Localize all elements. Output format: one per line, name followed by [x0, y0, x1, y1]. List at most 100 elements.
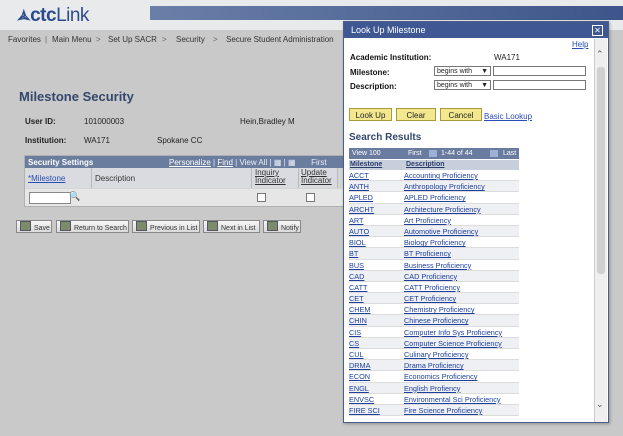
ctclink-logo: 🟃ctcLink — [17, 5, 89, 26]
result-milestone-link[interactable]: CHIN — [349, 316, 367, 325]
result-milestone-link[interactable]: BIOL — [349, 238, 366, 247]
milestone-search-input[interactable] — [493, 66, 586, 76]
result-description-link[interactable]: CET Proficiency — [404, 294, 456, 303]
description-search-input[interactable] — [493, 80, 586, 90]
list-item: CUL Culinary Proficiency — [349, 349, 519, 361]
find-link[interactable]: Find — [217, 158, 233, 167]
result-milestone-link[interactable]: CATT — [349, 283, 368, 292]
result-milestone-link[interactable]: CIS — [349, 328, 361, 337]
nav-main-menu[interactable]: Main Menu — [52, 35, 92, 44]
logo-swirl-icon: 🟃 — [17, 6, 31, 25]
save-button[interactable]: Save — [16, 220, 52, 233]
col-inquiry: Inquiry Indicator — [252, 168, 299, 188]
list-item: ART Art Proficiency — [349, 215, 519, 226]
results-col-milestone[interactable]: Milestone — [350, 161, 382, 168]
result-milestone-link[interactable]: ACCT — [349, 171, 369, 180]
result-milestone-link[interactable]: APLED — [349, 193, 373, 202]
result-description-link[interactable]: Business Proficiency — [404, 261, 471, 270]
description-operator-select[interactable]: begins with ▼ — [434, 80, 491, 90]
result-description-link[interactable]: Culinary Proficiency — [404, 350, 468, 359]
result-milestone-link[interactable]: ENGL — [349, 384, 369, 393]
result-milestone-link[interactable]: DRMA — [349, 361, 371, 370]
results-col-description[interactable]: Description — [406, 161, 445, 168]
result-description-link[interactable]: Economics Proficiency — [404, 372, 477, 381]
lookup-icon[interactable]: 🔍 — [69, 191, 80, 202]
list-item: CET CET Proficiency — [349, 293, 519, 305]
grid-icon[interactable]: ▦ — [288, 158, 296, 167]
nav-favorites[interactable]: Favorites — [8, 35, 41, 44]
result-description-link[interactable]: Computer Science Proficiency — [404, 339, 502, 348]
help-link[interactable]: Help — [572, 40, 588, 49]
results-last[interactable]: Last — [503, 150, 516, 157]
result-description-link[interactable]: Architecture Proficiency — [404, 205, 481, 214]
basic-lookup-link[interactable]: Basic Lookup — [484, 112, 532, 121]
result-description-link[interactable]: Anthropology Proficiency — [404, 182, 485, 191]
cancel-button[interactable]: Cancel — [440, 108, 482, 121]
result-description-link[interactable]: CAD Proficiency — [404, 272, 457, 281]
result-description-link[interactable]: CATT Proficiency — [404, 283, 460, 292]
nav-secure-student-admin[interactable]: Secure Student Administration — [226, 35, 334, 44]
list-item: ENVSC Environmental Sci Proficiency — [349, 394, 519, 405]
previous-arrow-icon[interactable] — [429, 150, 437, 157]
result-milestone-link[interactable]: AUTO — [349, 227, 369, 236]
look-up-button[interactable]: Look Up — [349, 108, 392, 121]
result-milestone-link[interactable]: CUL — [349, 350, 364, 359]
result-description-link[interactable]: Fire Science Proficiency — [404, 406, 482, 415]
scroll-down-icon[interactable]: ⌄ — [596, 399, 604, 410]
results-range: 1-44 of 44 — [441, 150, 473, 157]
result-description-link[interactable]: Biology Proficiency — [404, 238, 466, 247]
result-description-link[interactable]: Art Proficiency — [404, 216, 451, 225]
result-description-link[interactable]: Chinese Proficiency — [404, 316, 469, 325]
result-milestone-link[interactable]: CAD — [349, 272, 364, 281]
inquiry-checkbox[interactable] — [257, 193, 266, 202]
result-description-link[interactable]: BT Proficiency — [404, 249, 451, 258]
result-description-link[interactable]: Computer Info Sys Proficiency — [404, 328, 502, 337]
user-name: Hein,Bradley M — [240, 117, 295, 126]
result-description-link[interactable]: Automotive Proficiency — [404, 227, 478, 236]
scroll-up-icon[interactable]: ⌃ — [596, 49, 604, 60]
results-nav-bar: View 100 First 1-44 of 44 Last — [349, 148, 519, 159]
result-description-link[interactable]: Environmental Sci Proficiency — [404, 395, 501, 404]
milestone-input[interactable] — [29, 192, 71, 204]
scroll-thumb[interactable] — [597, 67, 605, 274]
close-icon[interactable]: ✕ — [592, 25, 603, 36]
list-item: AUTO Automotive Proficiency — [349, 225, 519, 238]
result-description-link[interactable]: APLED Proficiency — [404, 193, 466, 202]
grid-first[interactable]: First — [311, 158, 327, 167]
result-milestone-link[interactable]: FIRE SCI — [349, 406, 380, 415]
nav-set-up-sacr[interactable]: Set Up SACR — [108, 35, 157, 44]
result-milestone-link[interactable]: BUS — [349, 261, 364, 270]
results-first[interactable]: First — [408, 150, 422, 157]
result-milestone-link[interactable]: CET — [349, 294, 364, 303]
list-item: CIS Computer Info Sys Proficiency — [349, 327, 519, 338]
clear-button[interactable]: Clear — [396, 108, 436, 121]
list-item: BT BT Proficiency — [349, 248, 519, 260]
result-milestone-link[interactable]: ENVSC — [349, 395, 374, 404]
result-milestone-link[interactable]: ARCHT — [349, 205, 374, 214]
previous-in-list-button[interactable]: Previous in List — [132, 220, 200, 233]
view-100-link[interactable]: View 100 — [352, 150, 381, 157]
result-milestone-link[interactable]: CS — [349, 339, 359, 348]
next-arrow-icon[interactable] — [490, 150, 498, 157]
next-in-list-button[interactable]: Next in List — [203, 220, 260, 233]
result-milestone-link[interactable]: CHEM — [349, 305, 371, 314]
result-milestone-link[interactable]: ANTH — [349, 182, 369, 191]
personalize-link[interactable]: Personalize — [169, 158, 211, 167]
return-to-search-button[interactable]: Return to Search — [56, 220, 129, 233]
milestone-operator-select[interactable]: begins with ▼ — [434, 66, 491, 76]
result-milestone-link[interactable]: ECON — [349, 372, 370, 381]
result-milestone-link[interactable]: ART — [349, 216, 363, 225]
modal-scrollbar[interactable]: ⌃ ⌄ — [594, 39, 607, 422]
list-item: ACCT Accounting Proficiency — [349, 170, 519, 182]
result-description-link[interactable]: Drama Proficiency — [404, 361, 464, 370]
view-all-link[interactable]: View All — [239, 158, 267, 167]
institution-value: WA171 — [84, 136, 110, 145]
nav-security[interactable]: Security — [176, 35, 205, 44]
notify-button[interactable]: Notify — [263, 220, 301, 233]
result-description-link[interactable]: Chemistry Proficiency — [404, 305, 475, 314]
result-description-link[interactable]: English Profiency — [404, 384, 460, 393]
download-icon[interactable]: ▦ — [274, 158, 282, 167]
result-description-link[interactable]: Accounting Proficiency — [404, 171, 478, 180]
update-checkbox[interactable] — [306, 193, 315, 202]
result-milestone-link[interactable]: BT — [349, 249, 358, 258]
